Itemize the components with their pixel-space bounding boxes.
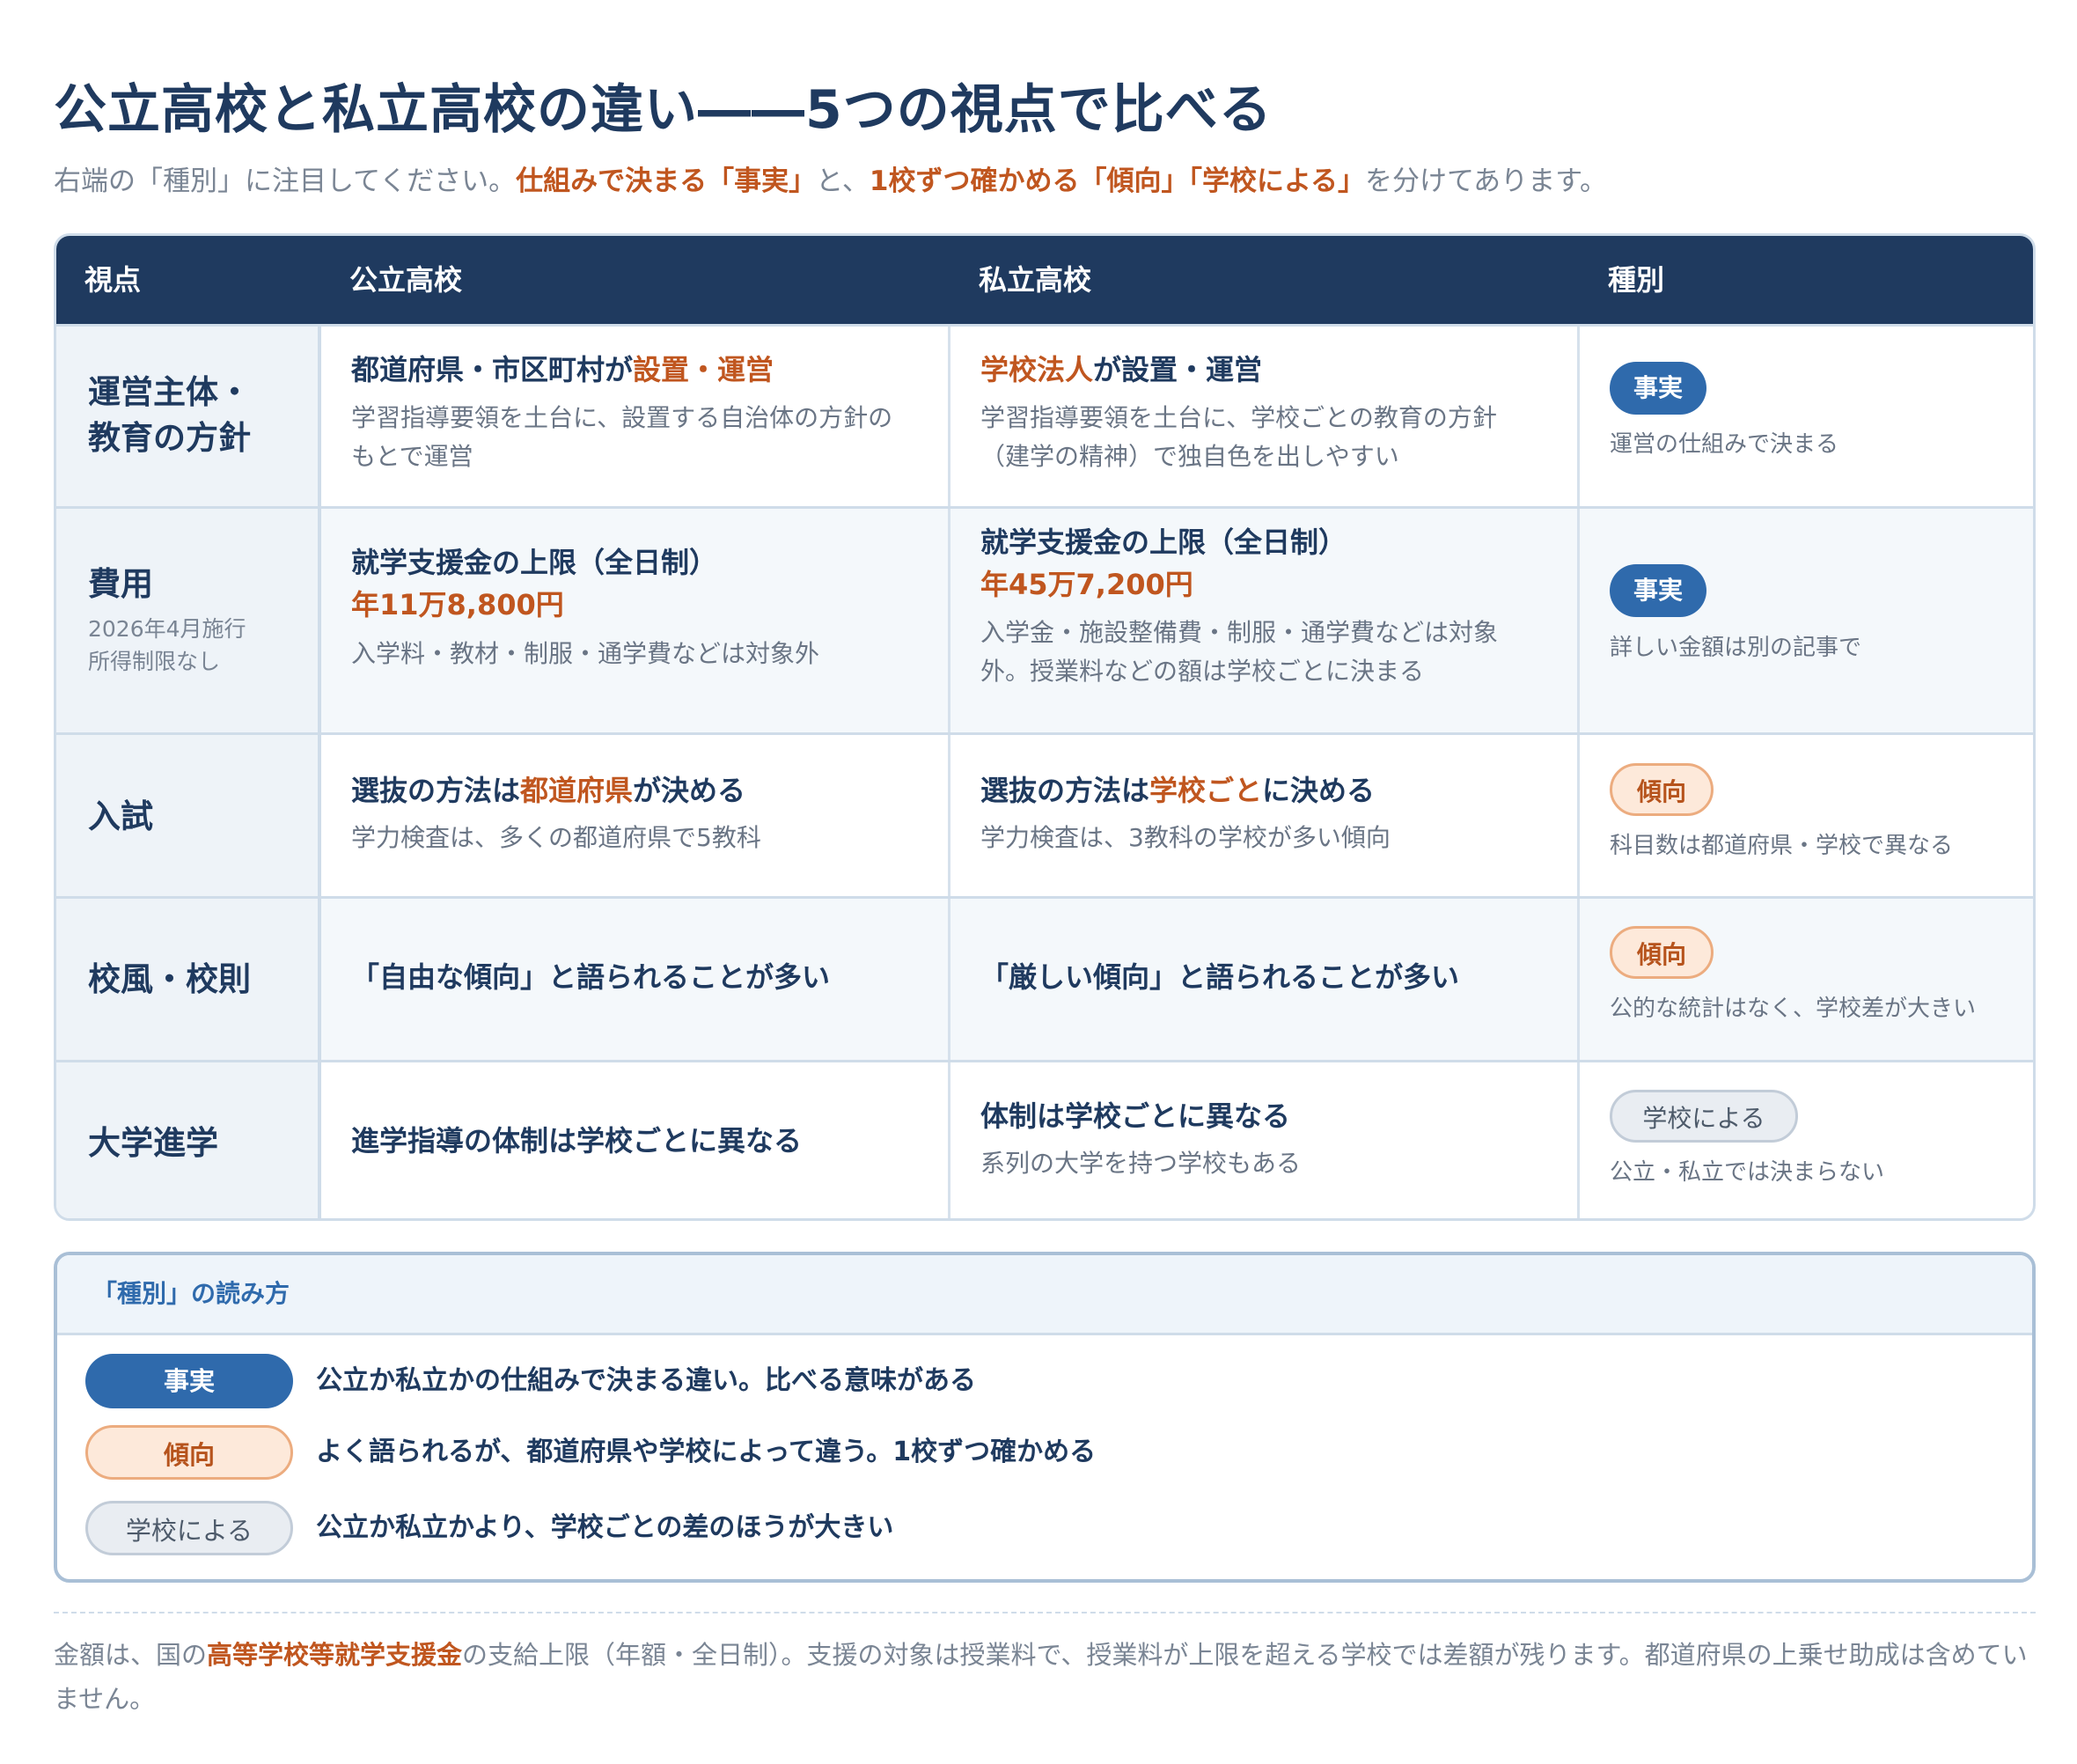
public-sub: もとで運営: [351, 442, 473, 471]
public-sub: 学力検査は、多くの都道府県で5教科: [351, 823, 761, 852]
table-row: 入試 選抜の方法は都道府県が決める 学力検査は、多くの都道府県で5教科 選抜の方…: [56, 732, 2033, 896]
subtitle-highlight-trend: 1校ずつ確かめる「傾向」「学校による」: [869, 165, 1366, 197]
public-main: 選抜の方法は都道府県が決める: [351, 774, 746, 807]
type-note: 科目数は都道府県・学校で異なる: [1610, 833, 1954, 859]
page: 公立高校と私立高校の違い――5つの視点で比べる 右端の「種別」に注目してください…: [0, 0, 2077, 1764]
viewpoint-note: 2026年4月施行: [88, 616, 246, 642]
type-badge-fact: 事実: [1610, 362, 1706, 415]
viewpoint-label: 入試: [88, 797, 153, 835]
public-main: 進学指導の体制は学校ごとに異なる: [351, 1124, 803, 1158]
header-private: 私立高校: [979, 263, 1092, 297]
comparison-table: 視点 公立高校 私立高校 種別 運営主体・ 教育の方針 都道府県・市区町村が設置…: [54, 233, 2036, 1221]
legend-badge-trend: 傾向: [85, 1425, 293, 1480]
viewpoint-label: 費用: [88, 565, 153, 603]
type-badge-fact: 事実: [1610, 564, 1706, 617]
header-type: 種別: [1608, 263, 1665, 297]
legend-badge-school: 学校による: [85, 1501, 293, 1555]
private-sub: 学習指導要領を土台に、学校ごとの教育の方針: [980, 403, 1497, 432]
type-note: 運営の仕組みで決まる: [1610, 431, 1839, 458]
public-main: 「自由な傾向」と語られることが多い: [351, 960, 831, 994]
footnote-highlight: 高等学校等就学支援金: [207, 1640, 463, 1670]
legend-box: 「種別」の読み方 事実 公立か私立かの仕組みで決まる違い。比べる意味がある 傾向…: [54, 1252, 2036, 1583]
private-main: 学校法人が設置・運営: [980, 353, 1263, 386]
private-main: 就学支援金の上限（全日制）: [980, 526, 1347, 559]
private-sub: （建学の精神）で独自色を出しやすい: [980, 442, 1399, 471]
private-main: 「厳しい傾向」と語られることが多い: [980, 960, 1460, 994]
public-amount: 年11万8,800円: [351, 588, 564, 621]
type-badge-trend: 傾向: [1610, 763, 1714, 816]
subtitle-post: を分けてあります。: [1365, 165, 1608, 197]
page-subtitle: 右端の「種別」に注目してください。仕組みで決まる「事実」と、1校ずつ確かめる「傾…: [54, 158, 1607, 198]
legend-text: よく語られるが、都道府県や学校によって違う。1校ずつ確かめる: [316, 1437, 1097, 1467]
table-row: 校風・校則 「自由な傾向」と語られることが多い 「厳しい傾向」と語られることが多…: [56, 896, 2033, 1060]
legend-badge-fact: 事実: [85, 1354, 293, 1408]
private-sub: 学力検査は、3教科の学校が多い傾向: [980, 823, 1391, 852]
table-row: 費用 2026年4月施行 所得制限なし 就学支援金の上限（全日制） 年11万8,…: [56, 506, 2033, 732]
private-main: 選抜の方法は学校ごとに決める: [980, 774, 1376, 807]
table-row: 大学進学 進学指導の体制は学校ごとに異なる 体制は学校ごとに異なる 系列の大学を…: [56, 1060, 2033, 1218]
public-sub: 入学料・教材・制服・通学費などは対象外: [351, 639, 820, 668]
private-amount: 年45万7,200円: [980, 568, 1193, 601]
type-badge-school: 学校による: [1610, 1090, 1798, 1143]
legend-title: 「種別」の読み方: [92, 1279, 290, 1308]
table-row: 運営主体・ 教育の方針 都道府県・市区町村が設置・運営 学習指導要領を土台に、設…: [56, 324, 2033, 506]
page-title: 公立高校と私立高校の違い――5つの視点で比べる: [54, 79, 1273, 141]
legend-header: 「種別」の読み方: [57, 1255, 2032, 1335]
viewpoint-label: 運営主体・: [88, 373, 251, 411]
private-sub: 入学金・施設整備費・制服・通学費などは対象: [980, 618, 1499, 647]
header-public: 公立高校: [349, 263, 463, 297]
legend-text: 公立か私立かより、学校ごとの差のほうが大きい: [316, 1512, 894, 1543]
legend-text: 公立か私立かの仕組みで決まる違い。比べる意味がある: [316, 1365, 976, 1396]
viewpoint-label: 大学進学: [88, 1124, 218, 1162]
viewpoint-label: 校風・校則: [88, 960, 251, 998]
subtitle-pre: 右端の「種別」に注目してください。: [54, 165, 517, 197]
type-note: 公立・私立では決まらない: [1610, 1159, 1885, 1186]
public-main: 就学支援金の上限（全日制）: [351, 546, 718, 579]
viewpoint-label: 教育の方針: [88, 419, 251, 457]
type-note: 公的な統計はなく、学校差が大きい: [1610, 996, 1977, 1022]
public-main: 都道府県・市区町村が設置・運営: [351, 353, 774, 386]
viewpoint-note: 所得制限なし: [88, 649, 221, 674]
private-sub: 系列の大学を持つ学校もある: [980, 1149, 1302, 1178]
type-note: 詳しい金額は別の記事で: [1610, 635, 1862, 661]
footnote-divider: [54, 1612, 2036, 1613]
subtitle-highlight-fact: 仕組みで決まる「事実」: [516, 165, 817, 197]
public-sub: 学習指導要領を土台に、設置する自治体の方針の: [351, 403, 893, 432]
type-badge-trend: 傾向: [1610, 926, 1714, 979]
private-sub: 外。授業料などの額は学校ごとに決まる: [980, 657, 1425, 686]
private-main: 体制は学校ごとに異なる: [980, 1099, 1291, 1133]
table-header: 視点 公立高校 私立高校 種別: [56, 236, 2033, 324]
footnote: 金額は、国の高等学校等就学支援金の支給上限（年額・全日制）。支援の対象は授業料で…: [54, 1640, 2028, 1714]
subtitle-mid: と、: [816, 165, 870, 197]
header-viewpoint: 視点: [84, 263, 142, 297]
